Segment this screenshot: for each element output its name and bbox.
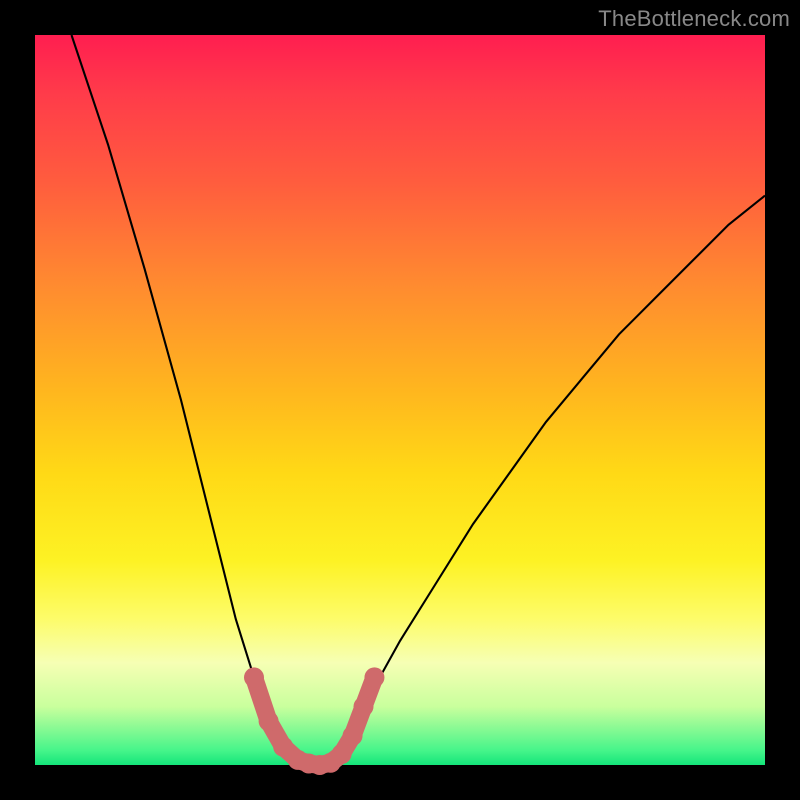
min-marker-dot bbox=[332, 744, 352, 764]
curve-svg bbox=[35, 35, 765, 765]
min-marker-dot bbox=[244, 667, 264, 687]
min-marker-dot bbox=[343, 726, 363, 746]
watermark-text: TheBottleneck.com bbox=[598, 6, 790, 32]
curve-path bbox=[72, 35, 766, 765]
min-marker-dot bbox=[354, 697, 374, 717]
plot-area bbox=[35, 35, 765, 765]
chart-frame: TheBottleneck.com bbox=[0, 0, 800, 800]
min-marker-dot bbox=[364, 667, 384, 687]
min-region-markers bbox=[244, 667, 384, 775]
min-marker-dot bbox=[259, 711, 279, 731]
bottleneck-curve-line bbox=[72, 35, 766, 765]
